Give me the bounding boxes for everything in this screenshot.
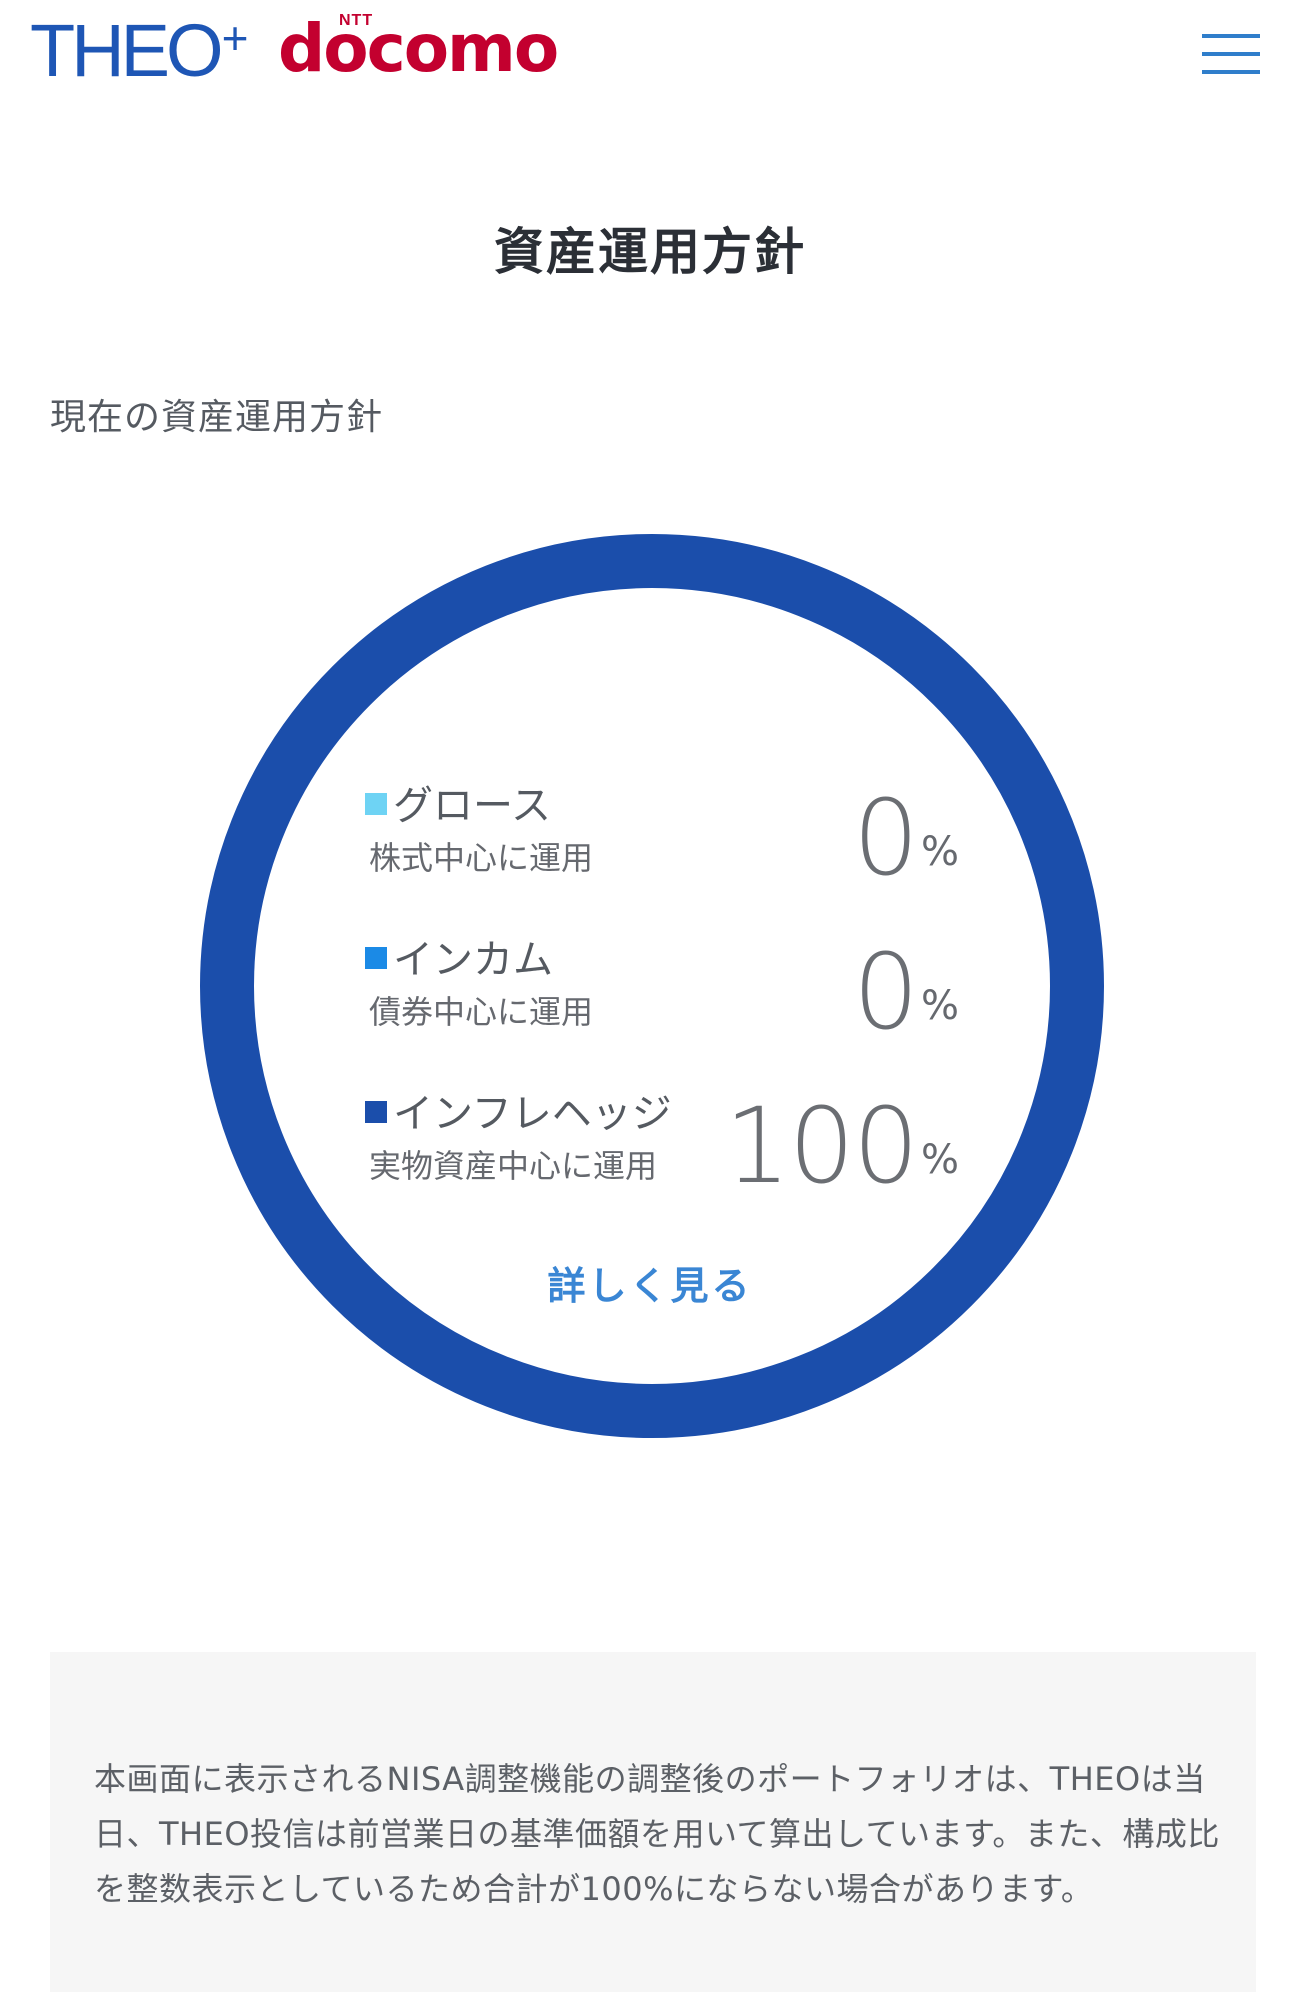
docomo-logo: NTT docomo: [278, 12, 568, 92]
allocation-row-growth: グロース 株式中心に運用 0 %: [365, 786, 965, 890]
hamburger-menu-icon[interactable]: [1196, 30, 1266, 80]
allocation-desc-growth: 株式中心に運用: [369, 839, 594, 877]
theo-logo-plus: +: [221, 12, 249, 64]
allocation-row-income: インカム 債券中心に運用 0 %: [365, 940, 965, 1044]
allocation-label-inflation-hedge: インフレヘッジ: [393, 1091, 672, 1137]
notice-text: 本画面に表示されるNISA調整機能の調整後のポートフォリオは、THEOは当日、T…: [94, 1760, 1220, 1908]
growth-swatch-icon: [365, 793, 387, 815]
page-title: 資産運用方針: [494, 223, 806, 281]
allocation-name-income: インカム: [365, 940, 553, 980]
allocation-unit-growth: %: [920, 829, 959, 875]
allocation-value-income: 0: [852, 931, 919, 1053]
inflation-hedge-swatch-icon: [365, 1101, 387, 1123]
app-header: THEO+ NTT docomo: [0, 0, 1300, 120]
allocation-desc-income: 債券中心に運用: [369, 993, 594, 1031]
allocation-label-growth: グロース: [393, 783, 551, 829]
income-swatch-icon: [365, 947, 387, 969]
section-label: 現在の資産運用方針: [50, 397, 384, 438]
allocation-label-income: インカム: [393, 937, 553, 983]
notice-box: 本画面に表示されるNISA調整機能の調整後のポートフォリオは、THEOは当日、T…: [50, 1652, 1256, 1992]
allocation-name-growth: グロース: [365, 786, 551, 826]
theo-logo-text: THEO: [30, 9, 224, 92]
theo-logo[interactable]: THEO+: [30, 12, 249, 88]
allocation-unit-inflation-hedge: %: [920, 1137, 959, 1183]
allocation-desc-inflation-hedge: 実物資産中心に運用: [369, 1147, 658, 1185]
details-link[interactable]: 詳しく見る: [0, 1255, 1300, 1310]
allocation-row-inflation-hedge: インフレヘッジ 実物資産中心に運用 100 %: [365, 1094, 965, 1198]
allocation-value-growth: 0: [852, 777, 919, 899]
allocation-name-inflation-hedge: インフレヘッジ: [365, 1094, 672, 1134]
docomo-logo-text: docomo: [278, 10, 559, 87]
allocation-unit-income: %: [920, 983, 959, 1029]
allocation-value-inflation-hedge: 100: [724, 1085, 919, 1207]
